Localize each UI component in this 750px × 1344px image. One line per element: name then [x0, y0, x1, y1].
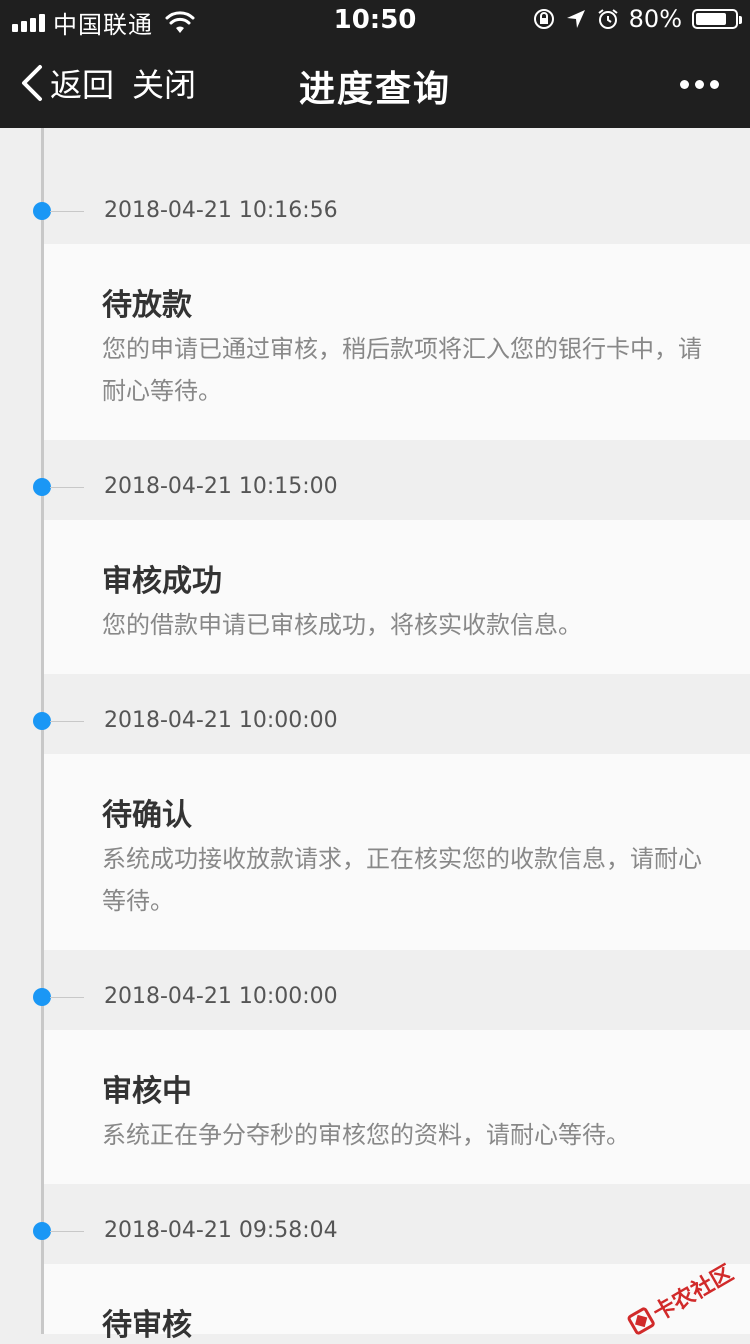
orientation-lock-icon: [533, 9, 554, 29]
nav-bar: 返回 关闭 进度查询: [0, 40, 750, 128]
timeline-dot-icon: [33, 202, 51, 220]
timeline-dot-icon: [33, 712, 51, 730]
entry-title: 待审核: [102, 1308, 192, 1343]
more-button[interactable]: [674, 64, 724, 104]
entry-card[interactable]: 待放款 您的申请已通过审核，稍后款项将汇入您的银行卡中，请耐心等待。: [44, 244, 750, 440]
more-dot-icon: [694, 79, 704, 89]
more-dot-icon: [709, 79, 719, 89]
entry-timestamp: 2018-04-21 09:58:04: [104, 1218, 338, 1243]
status-right: 80%: [533, 5, 742, 33]
timeline-dot-icon: [33, 478, 51, 496]
timeline-dot-icon: [33, 988, 51, 1006]
timeline-dot-icon: [33, 1222, 51, 1240]
entry-title: 审核中: [102, 1074, 192, 1109]
entry-timestamp: 2018-04-21 10:16:56: [104, 198, 338, 223]
battery-percent: 80%: [628, 5, 682, 33]
app-header: 中国联通 10:50 80% 返回 关闭 进度查询: [0, 0, 750, 128]
entry-description: 您的申请已通过审核，稍后款项将汇入您的银行卡中，请耐心等待。: [102, 335, 702, 405]
entry-title: 待确认: [102, 798, 192, 833]
entry-timestamp: 2018-04-21 10:15:00: [104, 474, 338, 499]
entry-description: 您的借款申请已审核成功，将核实收款信息。: [102, 611, 582, 639]
entry-description: 系统成功接收放款请求，正在核实您的收款信息，请耐心等待。: [102, 845, 702, 915]
timeline-tick: [50, 211, 84, 212]
entry-description: 系统正在争分夺秒的审核您的资料，请耐心等待。: [102, 1121, 630, 1149]
entry-title: 审核成功: [102, 564, 222, 599]
page-title: 进度查询: [298, 69, 451, 110]
more-dot-icon: [679, 79, 689, 89]
timeline-tick: [50, 487, 84, 488]
entry-title: 待放款: [102, 288, 192, 323]
status-bar: 中国联通 10:50 80%: [0, 0, 750, 40]
timeline-tick: [50, 721, 84, 722]
entry-timestamp: 2018-04-21 10:00:00: [104, 708, 338, 733]
battery-icon: [692, 9, 742, 29]
entry-card[interactable]: 待确认 系统成功接收放款请求，正在核实您的收款信息，请耐心等待。: [44, 754, 750, 950]
entry-timestamp: 2018-04-21 10:00:00: [104, 984, 338, 1009]
location-icon: [566, 10, 585, 28]
timeline-tick: [50, 997, 84, 998]
entry-card[interactable]: 审核成功 您的借款申请已审核成功，将核实收款信息。: [44, 520, 750, 674]
alarm-icon: [598, 9, 618, 29]
entry-card[interactable]: 审核中 系统正在争分夺秒的审核您的资料，请耐心等待。: [44, 1030, 750, 1184]
timeline-tick: [50, 1231, 84, 1232]
